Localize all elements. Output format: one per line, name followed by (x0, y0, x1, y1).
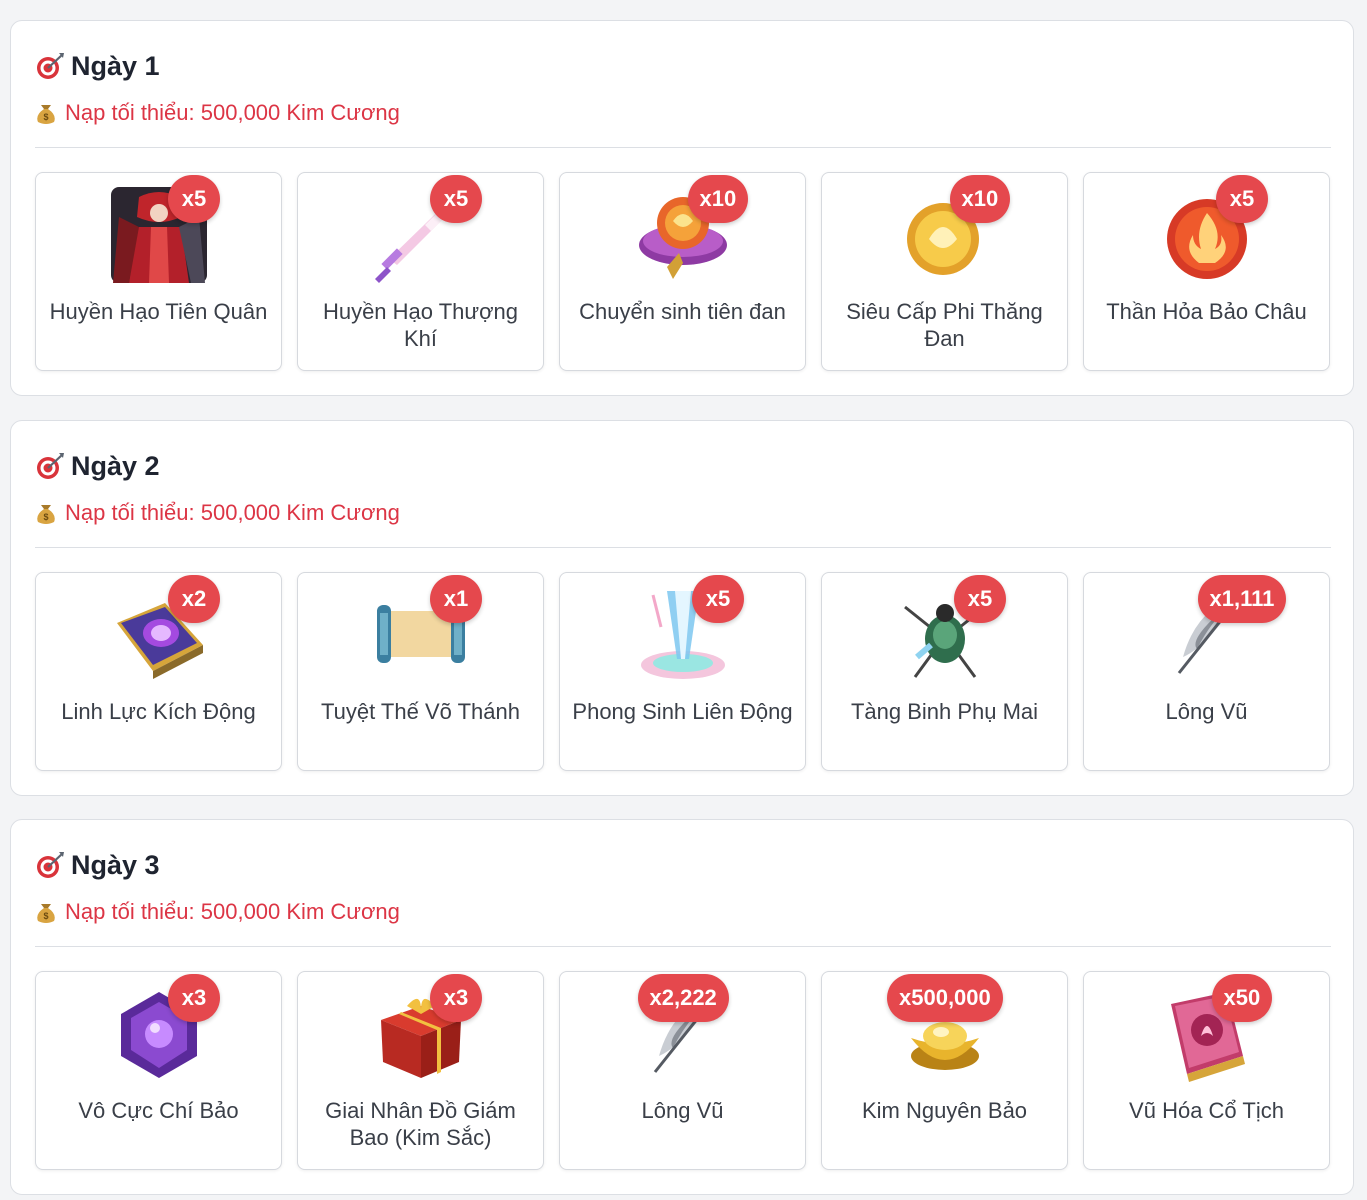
quantity-badge: x2 (168, 575, 220, 623)
day-title-text: Ngày 3 (71, 849, 160, 880)
reward-item[interactable]: x10 Chuyển sinh tiên đan (559, 172, 806, 371)
item-name: Tàng Binh Phụ Mai (850, 699, 1039, 724)
minimum-deposit: $ Nạp tối thiểu: 500,000 Kim Cương (35, 499, 400, 527)
day-card: Ngày 2 $ Nạp tối thiểu: 500,000 Kim Cươn… (10, 420, 1354, 796)
item-name: Tuyệt Thế Võ Thánh (321, 699, 520, 724)
quantity-badge: x5 (954, 575, 1006, 623)
item-name: Lông Vũ (1165, 699, 1248, 724)
minimum-deposit: $ Nạp tối thiểu: 500,000 Kim Cương (35, 99, 400, 127)
reward-item[interactable]: x2 Linh Lực Kích Động (35, 572, 282, 771)
target-icon (35, 451, 65, 481)
minimum-deposit: $ Nạp tối thiểu: 500,000 Kim Cương (35, 898, 400, 926)
item-name: Huyền Hạo Tiên Quân (49, 299, 268, 324)
reward-item[interactable]: x5 Tàng Binh Phụ Mai (821, 572, 1068, 771)
divider (35, 147, 1331, 148)
reward-item[interactable]: x5 Phong Sinh Liên Động (559, 572, 806, 771)
svg-text:$: $ (43, 112, 48, 122)
day-title-text: Ngày 1 (71, 50, 160, 81)
reward-item[interactable]: x3 Giai Nhân Đồ Giám Bao (Kim Sắc) (297, 971, 544, 1170)
item-name: Phong Sinh Liên Động (572, 699, 793, 724)
item-name: Siêu Cấp Phi Thăng Đan (846, 299, 1043, 351)
reward-items: x5 Huyền Hạo Tiên Quân x5 Huyền Hạo Thượ… (35, 172, 1331, 371)
target-icon (35, 51, 65, 81)
reward-items: x2 Linh Lực Kích Động x1 Tuyệt Thế Võ Th… (35, 572, 1331, 771)
reward-items: x3 Vô Cực Chí Bảo x3 Giai Nhân Đồ Giám B… (35, 971, 1331, 1170)
minimum-deposit-text: Nạp tối thiểu: 500,000 Kim Cương (65, 100, 400, 125)
day-title: Ngày 2 (35, 449, 160, 483)
quantity-badge: x5 (430, 175, 482, 223)
item-name: Lông Vũ (641, 1098, 724, 1123)
reward-item[interactable]: x500,000 Kim Nguyên Bảo (821, 971, 1068, 1170)
day-title: Ngày 1 (35, 49, 160, 83)
reward-item[interactable]: x1,111 Lông Vũ (1083, 572, 1330, 771)
money-bag-icon: $ (35, 101, 57, 125)
quantity-badge: x50 (1211, 974, 1273, 1022)
item-name: Giai Nhân Đồ Giám Bao (Kim Sắc) (325, 1098, 516, 1150)
quantity-badge: x10 (949, 175, 1011, 223)
quantity-badge: x1 (430, 575, 482, 623)
item-name: Thần Hỏa Bảo Châu (1106, 299, 1307, 324)
item-name: Kim Nguyên Bảo (861, 1098, 1028, 1123)
minimum-deposit-text: Nạp tối thiểu: 500,000 Kim Cương (65, 500, 400, 525)
svg-text:$: $ (43, 512, 48, 522)
quantity-badge: x5 (1216, 175, 1268, 223)
divider (35, 547, 1331, 548)
target-icon (35, 850, 65, 880)
quantity-badge: x500,000 (887, 974, 1003, 1022)
quantity-badge: x3 (168, 974, 220, 1022)
item-name: Vô Cực Chí Bảo (78, 1098, 239, 1123)
day-title-text: Ngày 2 (71, 450, 160, 481)
item-name: Huyền Hạo Thượng Khí (322, 299, 519, 351)
day-card: Ngày 3 $ Nạp tối thiểu: 500,000 Kim Cươn… (10, 819, 1354, 1195)
quantity-badge: x3 (430, 974, 482, 1022)
svg-text:$: $ (43, 911, 48, 921)
quantity-badge: x1,111 (1197, 575, 1287, 623)
day-title: Ngày 3 (35, 848, 160, 882)
quantity-badge: x10 (687, 175, 749, 223)
reward-item[interactable]: x5 Huyền Hạo Thượng Khí (297, 172, 544, 371)
reward-item[interactable]: x1 Tuyệt Thế Võ Thánh (297, 572, 544, 771)
reward-item[interactable]: x2,222 Lông Vũ (559, 971, 806, 1170)
quantity-badge: x2,222 (637, 974, 729, 1022)
quantity-badge: x5 (168, 175, 220, 223)
money-bag-icon: $ (35, 501, 57, 525)
minimum-deposit-text: Nạp tối thiểu: 500,000 Kim Cương (65, 899, 400, 924)
quantity-badge: x5 (692, 575, 744, 623)
reward-item[interactable]: x5 Huyền Hạo Tiên Quân (35, 172, 282, 371)
day-card: Ngày 1 $ Nạp tối thiểu: 500,000 Kim Cươn… (10, 20, 1354, 396)
reward-item[interactable]: x3 Vô Cực Chí Bảo (35, 971, 282, 1170)
reward-item[interactable]: x5 Thần Hỏa Bảo Châu (1083, 172, 1330, 371)
reward-item[interactable]: x50 Vũ Hóa Cổ Tịch (1083, 971, 1330, 1170)
money-bag-icon: $ (35, 900, 57, 924)
item-name: Chuyển sinh tiên đan (579, 299, 786, 324)
item-name: Linh Lực Kích Động (61, 699, 256, 724)
divider (35, 946, 1331, 947)
reward-item[interactable]: x10 Siêu Cấp Phi Thăng Đan (821, 172, 1068, 371)
item-name: Vũ Hóa Cổ Tịch (1129, 1098, 1284, 1123)
